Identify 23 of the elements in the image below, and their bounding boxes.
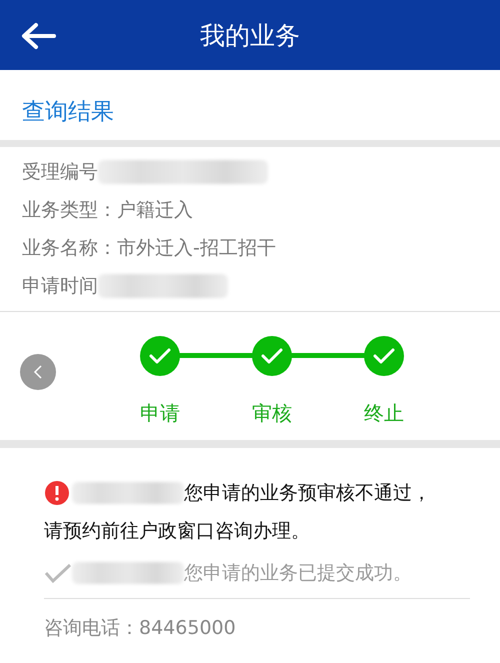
check-icon (44, 562, 72, 584)
field-label: 受理编号 (22, 160, 98, 185)
step-label: 终止 (364, 400, 404, 427)
field-value: 市外迁入-招工招干 (117, 236, 276, 261)
message-text: 您申请的业务已提交成功。 (184, 561, 412, 586)
step-label: 审核 (252, 400, 292, 427)
check-icon (373, 347, 395, 365)
section-title: 查询结果 (22, 99, 114, 125)
step-label: 申请 (140, 400, 180, 427)
check-icon (149, 347, 171, 365)
field-label: 业务类型： (22, 198, 117, 223)
phone-text: 咨询电话：84465000 (44, 617, 236, 639)
field-label: 业务名称： (22, 236, 117, 261)
chevron-left-icon (33, 364, 43, 380)
previous-button[interactable] (20, 354, 56, 390)
check-icon (261, 347, 283, 365)
back-arrow-icon (20, 22, 56, 50)
field-value: 户籍迁入 (117, 198, 193, 223)
alert-icon (44, 480, 70, 506)
field-label: 申请时间 (22, 274, 98, 299)
message-text: 您申请的业务预审核不通过， (184, 481, 431, 506)
page-title: 我的业务 (200, 20, 300, 52)
message-text: 请预约前往户政窗口咨询办理。 (44, 519, 310, 544)
